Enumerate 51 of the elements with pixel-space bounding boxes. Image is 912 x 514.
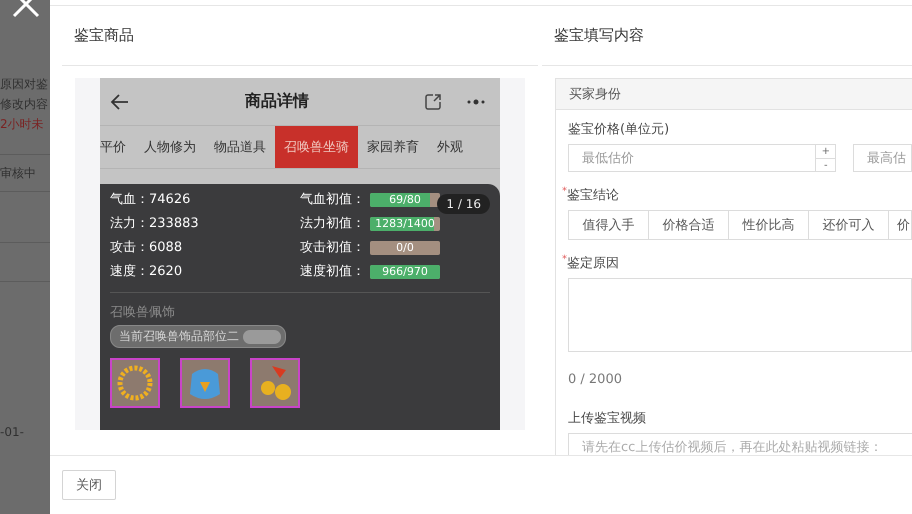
stat-text: 法力：233883 bbox=[110, 215, 200, 233]
required-mark: * bbox=[562, 186, 567, 197]
stat-text: 气血：74626 bbox=[110, 191, 192, 209]
section-title: 召唤兽佩饰 bbox=[110, 304, 176, 321]
accessory-thumbnail[interactable] bbox=[250, 358, 300, 408]
category-tab[interactable]: 外观 bbox=[428, 126, 472, 168]
category-tab[interactable]: 召唤兽坐骑 bbox=[275, 126, 358, 168]
status-tag bbox=[243, 330, 281, 344]
page-counter: 1 / 16 bbox=[437, 194, 490, 214]
stat-label: 法力初值： bbox=[300, 215, 366, 233]
meter-reading: 0/0 bbox=[395, 241, 415, 255]
field-label: 上传鉴宝视频 bbox=[568, 410, 647, 427]
conclusion-option[interactable]: 价格合适 bbox=[648, 210, 729, 240]
background-text: 原因对鉴 bbox=[0, 76, 49, 93]
field-label: 鉴宝价格(单位元) bbox=[568, 121, 670, 138]
category-tab[interactable]: 物品道具 bbox=[205, 126, 275, 168]
background-text: 2小时未 bbox=[0, 116, 45, 133]
accessory-thumbnail[interactable] bbox=[110, 358, 160, 408]
field-label: 鉴定原因 bbox=[567, 256, 619, 271]
accessory-thumbnail[interactable] bbox=[180, 358, 230, 408]
conclusion-option[interactable]: 价 bbox=[888, 210, 912, 240]
stat-text: 速度：2620 bbox=[110, 263, 184, 281]
category-tab[interactable]: 人物修为 bbox=[135, 126, 205, 168]
stat-label: 攻击初值： bbox=[300, 239, 366, 257]
required-mark: * bbox=[562, 254, 567, 265]
background-text: -01- bbox=[0, 424, 25, 441]
category-tab[interactable]: 平价 bbox=[100, 126, 135, 168]
back-arrow-icon[interactable] bbox=[110, 92, 130, 110]
background-text: 修改内容 bbox=[0, 96, 49, 113]
screen-title: 商品详情 bbox=[244, 91, 310, 112]
background-text: 审核中 bbox=[0, 165, 37, 182]
meter-reading: 69/80 bbox=[388, 193, 422, 207]
stat-text: 攻击：6088 bbox=[110, 239, 184, 257]
more-icon[interactable] bbox=[466, 98, 486, 106]
character-counter: 0 / 2000 bbox=[568, 372, 623, 387]
panel-title: 鉴宝商品 bbox=[62, 6, 538, 66]
category-tab[interactable]: 家园养育 bbox=[358, 126, 428, 168]
share-icon[interactable] bbox=[424, 92, 442, 110]
close-button[interactable]: 关闭 bbox=[62, 470, 116, 500]
conclusion-option[interactable]: 还价可入 bbox=[808, 210, 889, 240]
conclusion-option[interactable]: 性价比高 bbox=[728, 210, 809, 240]
slot-label: 当前召唤兽饰品部位二 bbox=[119, 328, 239, 345]
stat-label: 气血初值： bbox=[300, 191, 366, 209]
stepper[interactable]: + - bbox=[816, 144, 836, 172]
conclusion-option[interactable]: 值得入手 bbox=[568, 210, 649, 240]
stat-label: 速度初值： bbox=[300, 263, 366, 281]
meter-reading: 966/970 bbox=[381, 265, 429, 279]
section-header: 买家身份 bbox=[556, 79, 912, 110]
field-label: 鉴宝结论 bbox=[567, 188, 619, 203]
meter-reading: 1283/1400 bbox=[374, 217, 436, 231]
panel-title: 鉴宝填写内容 bbox=[542, 6, 912, 66]
